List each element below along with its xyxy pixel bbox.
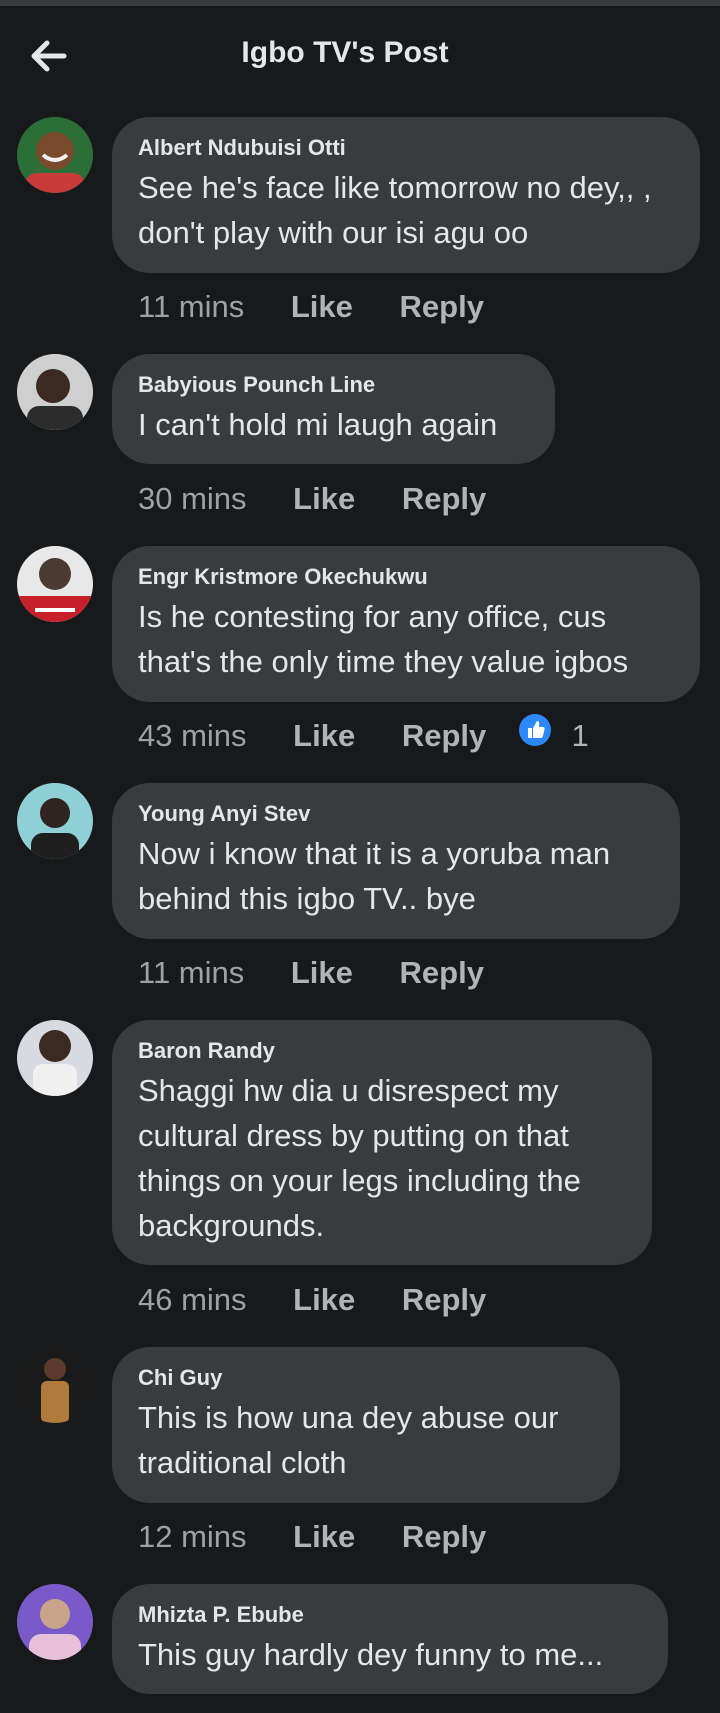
reply-button[interactable]: Reply <box>402 716 486 756</box>
reaction-summary[interactable]: 1 <box>518 714 589 756</box>
reply-button[interactable]: Reply <box>402 1517 486 1557</box>
post-header: Igbo TV's Post <box>0 6 720 104</box>
reply-button[interactable]: Reply <box>400 953 484 993</box>
comment-actions: 43 mins Like Reply 1 <box>138 714 589 756</box>
comment-actions: 30 mins Like Reply <box>138 479 486 519</box>
comment-text: Is he contesting for any office, cus tha… <box>138 599 629 679</box>
like-button[interactable]: Like <box>293 716 355 756</box>
comment-time: 30 mins <box>138 481 247 516</box>
comment-time: 11 mins <box>138 955 245 990</box>
comment-time: 12 mins <box>138 1519 247 1554</box>
avatar[interactable] <box>17 1347 93 1423</box>
avatar[interactable] <box>17 546 93 622</box>
reply-button[interactable]: Reply <box>400 287 484 327</box>
comment-author[interactable]: Baron Randy <box>138 1038 626 1064</box>
comment-actions: 12 mins Like Reply <box>138 1517 486 1557</box>
comment-bubble: Albert Ndubuisi Otti See he's face like … <box>112 117 700 273</box>
avatar[interactable] <box>17 1584 93 1660</box>
reply-button[interactable]: Reply <box>402 1280 486 1320</box>
comment-actions: 11 mins Like Reply <box>138 287 484 327</box>
comment-bubble: Baron Randy Shaggi hw dia u disrespect m… <box>112 1020 652 1265</box>
comment-bubble: Babyious Pounch Line I can't hold mi lau… <box>112 354 555 464</box>
avatar[interactable] <box>17 1020 93 1096</box>
like-button[interactable]: Like <box>293 479 355 519</box>
comment-text: This guy hardly dey funny to me... <box>138 1637 604 1672</box>
like-button[interactable]: Like <box>293 1280 355 1320</box>
comment-text: Now i know that it is a yoruba man behin… <box>138 836 611 916</box>
comment-bubble: Mhizta P. Ebube This guy hardly dey funn… <box>112 1584 668 1694</box>
comment-time: 46 mins <box>138 1282 247 1317</box>
comment-author[interactable]: Chi Guy <box>138 1365 594 1391</box>
avatar[interactable] <box>17 117 93 193</box>
comment-bubble: Engr Kristmore Okechukwu Is he contestin… <box>112 546 700 702</box>
like-button[interactable]: Like <box>293 1517 355 1557</box>
comment-actions: 11 mins Like Reply <box>138 953 484 993</box>
comment-time: 43 mins <box>138 718 247 753</box>
avatar[interactable] <box>17 783 93 859</box>
comment-text: I can't hold mi laugh again <box>138 407 498 442</box>
comment-text: This is how una dey abuse our traditiona… <box>138 1400 559 1480</box>
comment-author[interactable]: Mhizta P. Ebube <box>138 1602 642 1628</box>
comment-time: 11 mins <box>138 289 245 324</box>
comment-actions: 46 mins Like Reply <box>138 1280 486 1320</box>
comment-bubble: Chi Guy This is how una dey abuse our tr… <box>112 1347 620 1503</box>
comment-author[interactable]: Babyious Pounch Line <box>138 372 529 398</box>
comment-author[interactable]: Engr Kristmore Okechukwu <box>138 564 674 590</box>
page-title: Igbo TV's Post <box>241 36 449 69</box>
thumbs-up-icon <box>518 714 551 746</box>
comment-text: Shaggi hw dia u disrespect my cultural d… <box>138 1073 581 1243</box>
reaction-count: 1 <box>571 718 589 753</box>
comment-author[interactable]: Young Anyi Stev <box>138 801 654 827</box>
like-button[interactable]: Like <box>291 953 353 993</box>
like-button[interactable]: Like <box>291 287 353 327</box>
avatar[interactable] <box>17 354 93 430</box>
reply-button[interactable]: Reply <box>402 479 486 519</box>
comment-text: See he's face like tomorrow no dey,, , d… <box>138 170 652 250</box>
comment-author[interactable]: Albert Ndubuisi Otti <box>138 135 674 161</box>
comment-bubble: Young Anyi Stev Now i know that it is a … <box>112 783 680 939</box>
